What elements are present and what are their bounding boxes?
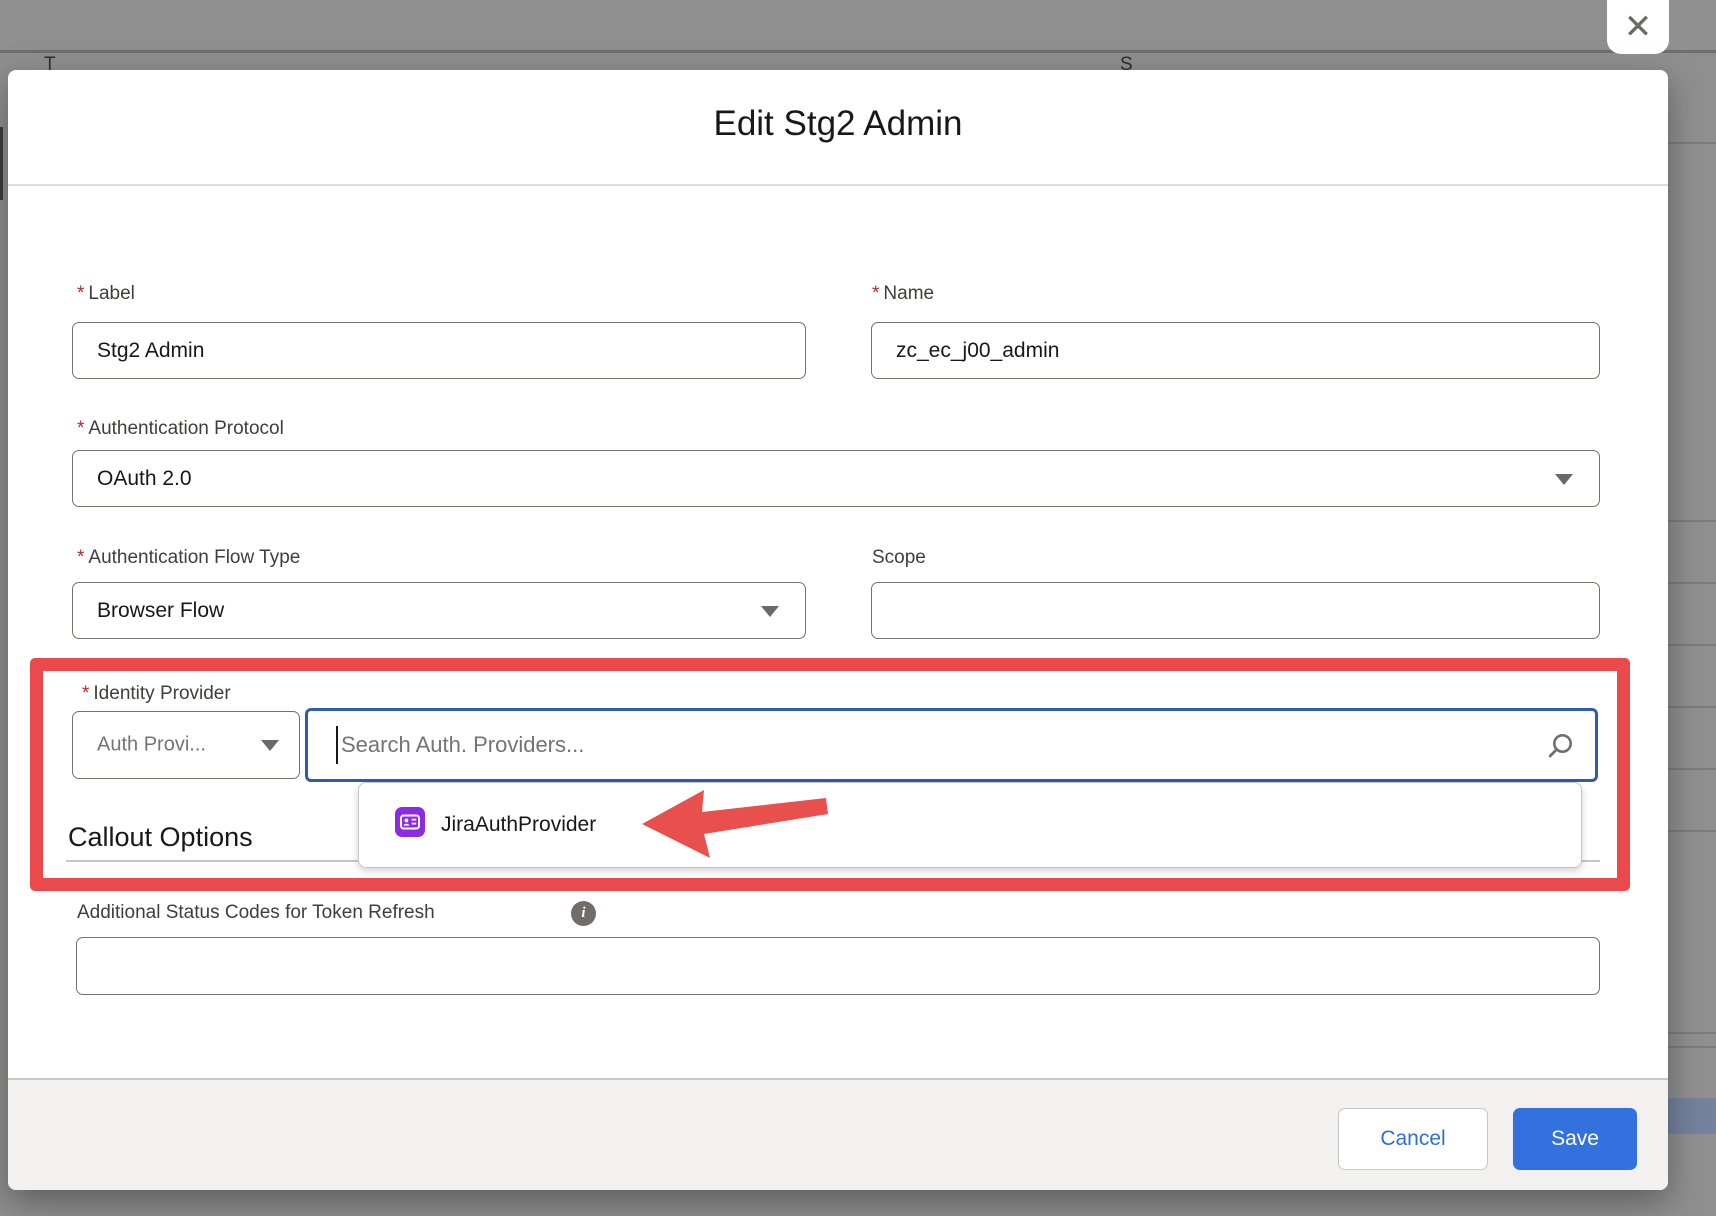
background-table-row-line [1666,582,1716,584]
header-divider [8,184,1668,186]
object-switcher-dropdown[interactable]: Auth Provi... [72,711,300,779]
object-switcher-value: Auth Provi... [97,734,206,757]
background-table-row-line [1666,644,1716,646]
background-selected-row-hint [1666,1098,1716,1134]
result-item-label: JiraAuthProvider [441,813,596,837]
search-results-panel: JiraAuthProvider [358,782,1582,868]
auth-flow-type-value: Browser Flow [97,599,224,623]
identity-provider-icon [395,807,425,837]
background-edge-mark [0,127,3,200]
identity-provider-label: *Identity Provider [82,683,231,705]
background-table-row-line [1666,1046,1716,1048]
result-item-jiraauthprovider[interactable]: JiraAuthProvider [359,783,1581,867]
search-placeholder: Search Auth. Providers... [341,732,584,758]
edit-auth-credential-modal: Edit Stg2 Admin *Label *Name *Authentica… [8,70,1668,1190]
auth-provider-search-input[interactable]: Search Auth. Providers... [305,708,1598,782]
auth-flow-type-label: *Authentication Flow Type [77,547,300,569]
info-icon[interactable]: i [571,901,596,926]
cancel-button[interactable]: Cancel [1338,1108,1488,1170]
status-codes-input[interactable] [76,937,1600,995]
background-table-row-line [1666,830,1716,832]
screen: T S ✕ Edit Stg2 Admin *Label *Name *Auth… [0,0,1716,1216]
background-table-row-line [1666,1032,1716,1034]
background-table-row-line [1666,706,1716,708]
close-icon[interactable]: ✕ [1607,0,1669,54]
save-button[interactable]: Save [1513,1108,1637,1170]
scope-input[interactable] [871,582,1600,639]
background-table-line [0,50,1716,53]
search-icon [1547,732,1575,760]
chevron-down-icon [761,606,779,617]
auth-protocol-value: OAuth 2.0 [97,467,192,491]
required-asterisk: * [82,683,89,704]
background-table-row-line [1666,768,1716,770]
auth-flow-type-select[interactable]: Browser Flow [72,582,806,639]
auth-protocol-select[interactable]: OAuth 2.0 [72,450,1600,507]
text-caret [336,726,338,764]
chevron-down-icon [1555,474,1573,485]
label-field-label: *Label [77,283,135,305]
name-input[interactable] [871,322,1600,379]
auth-protocol-label: *Authentication Protocol [77,418,284,440]
chevron-down-icon [261,740,279,751]
background-table-row-line [1666,520,1716,522]
label-input[interactable] [72,322,806,379]
background-table-row-line [1666,142,1716,144]
required-asterisk: * [77,283,84,304]
required-asterisk: * [77,547,84,568]
scope-label: Scope [872,547,926,569]
modal-footer: Cancel Save [8,1078,1668,1190]
required-asterisk: * [872,283,879,304]
modal-header: Edit Stg2 Admin [8,70,1668,186]
modal-title: Edit Stg2 Admin [8,104,1668,144]
callout-options-heading: Callout Options [68,822,253,853]
name-field-label: *Name [872,283,934,305]
required-asterisk: * [77,418,84,439]
status-codes-label: Additional Status Codes for Token Refres… [77,902,435,924]
